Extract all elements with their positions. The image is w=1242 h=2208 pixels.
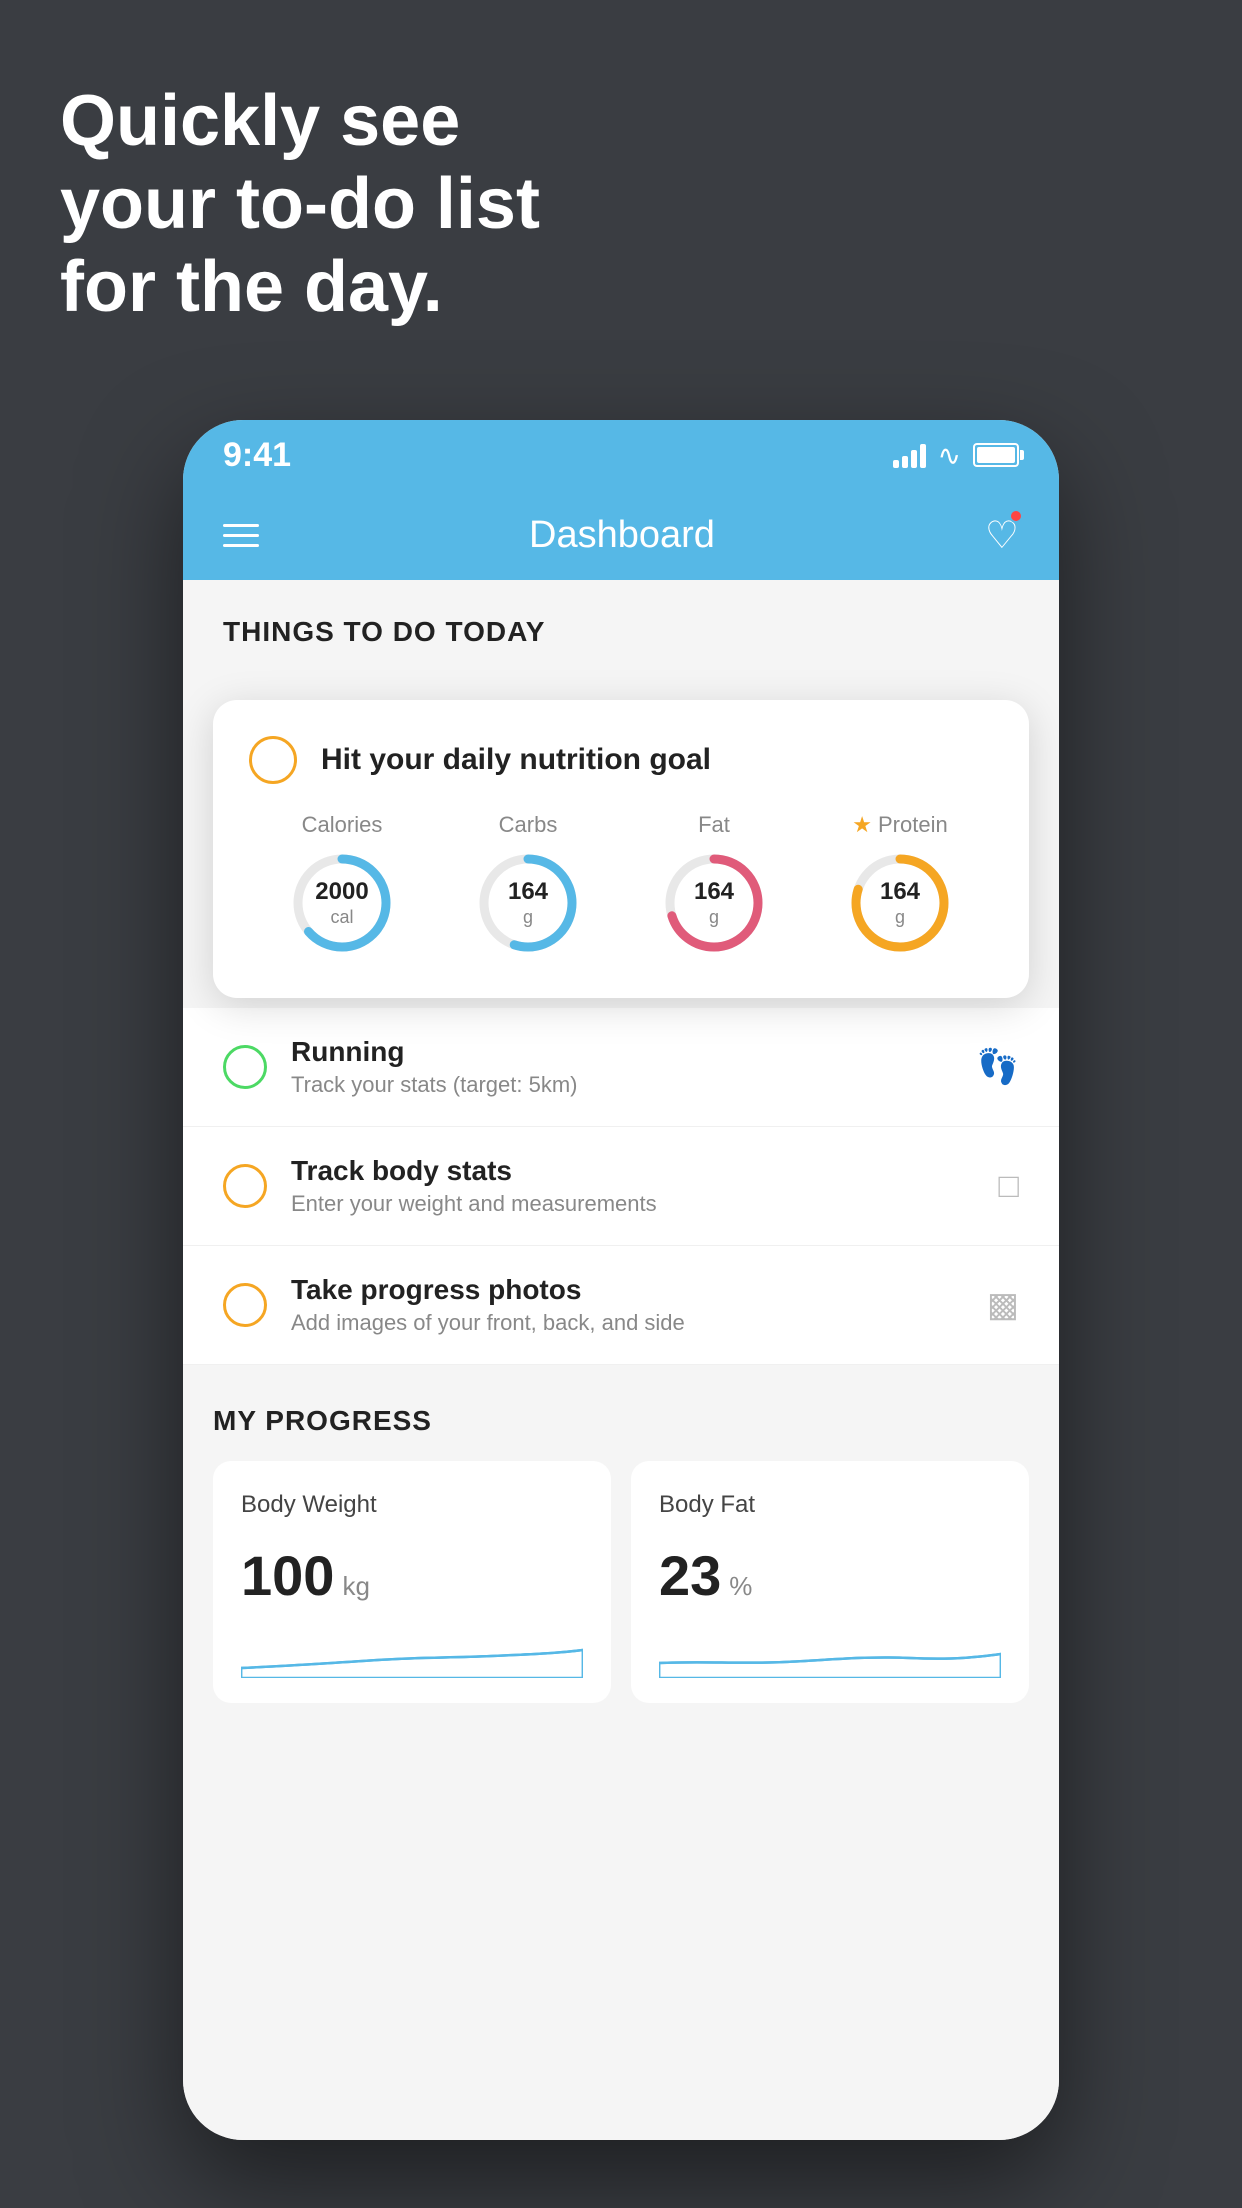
nutrition-carbs: Carbs 164 g: [473, 812, 583, 958]
star-icon: ★: [852, 812, 872, 838]
phone-body: THINGS TO DO TODAY Hit your daily nutrit…: [183, 580, 1059, 2140]
nutrition-card: Hit your daily nutrition goal Calories 2…: [213, 700, 1029, 998]
fat-value: 164: [694, 878, 734, 907]
protein-donut: 164 g: [845, 848, 955, 958]
body-stats-checkbox[interactable]: [223, 1164, 267, 1208]
carbs-donut: 164 g: [473, 848, 583, 958]
protein-label: ★ Protein: [852, 812, 947, 838]
bell-button[interactable]: ♡: [985, 513, 1019, 558]
body-fat-value: 23: [659, 1543, 721, 1608]
nutrition-card-title: Hit your daily nutrition goal: [321, 743, 711, 777]
carbs-value: 164: [508, 878, 548, 907]
body-weight-value-row: 100 kg: [241, 1543, 583, 1608]
notification-dot: [1009, 509, 1023, 523]
nutrition-calories: Calories 2000 cal: [287, 812, 397, 958]
todo-item-body-stats[interactable]: Track body stats Enter your weight and m…: [183, 1127, 1059, 1246]
section-header: THINGS TO DO TODAY: [183, 580, 1059, 668]
hero-text: Quickly see your to-do list for the day.: [60, 80, 540, 328]
body-fat-sparkline: [659, 1628, 1001, 1678]
running-subtitle: Track your stats (target: 5km): [291, 1072, 953, 1098]
hero-line2: your to-do list: [60, 163, 540, 246]
nav-bar: Dashboard ♡: [183, 490, 1059, 580]
body-fat-unit: %: [729, 1571, 752, 1602]
battery-icon: [973, 443, 1019, 467]
body-fat-title: Body Fat: [659, 1491, 1001, 1519]
nutrition-checkbox[interactable]: [249, 736, 297, 784]
calories-value: 2000: [315, 878, 368, 907]
nutrition-fat: Fat 164 g: [659, 812, 769, 958]
body-weight-card[interactable]: Body Weight 100 kg: [213, 1461, 611, 1703]
progress-title: MY PROGRESS: [213, 1405, 1029, 1437]
status-bar: 9:41 ∿: [183, 420, 1059, 490]
body-stats-text: Track body stats Enter your weight and m…: [291, 1155, 974, 1217]
calories-donut: 2000 cal: [287, 848, 397, 958]
nav-title: Dashboard: [529, 514, 715, 557]
body-fat-card[interactable]: Body Fat 23 %: [631, 1461, 1029, 1703]
todo-list: Running Track your stats (target: 5km) 👣…: [183, 1008, 1059, 1365]
running-checkbox[interactable]: [223, 1045, 267, 1089]
wifi-icon: ∿: [938, 439, 961, 472]
hamburger-menu[interactable]: [223, 524, 259, 547]
carbs-unit: g: [508, 907, 548, 929]
fat-donut: 164 g: [659, 848, 769, 958]
body-fat-value-row: 23 %: [659, 1543, 1001, 1608]
todo-item-photos[interactable]: Take progress photos Add images of your …: [183, 1246, 1059, 1365]
hero-line1: Quickly see: [60, 80, 540, 163]
photos-text: Take progress photos Add images of your …: [291, 1274, 963, 1336]
body-weight-value: 100: [241, 1543, 334, 1608]
fat-unit: g: [694, 907, 734, 929]
shoe-icon: 👣: [977, 1047, 1019, 1087]
running-title: Running: [291, 1036, 953, 1068]
body-weight-sparkline: [241, 1628, 583, 1678]
calories-unit: cal: [315, 907, 368, 929]
calories-label: Calories: [302, 812, 383, 838]
body-weight-unit: kg: [342, 1571, 369, 1602]
body-stats-title: Track body stats: [291, 1155, 974, 1187]
nutrition-card-header: Hit your daily nutrition goal: [249, 736, 993, 784]
status-time: 9:41: [223, 436, 291, 475]
scale-icon: □: [998, 1167, 1019, 1206]
section-title: THINGS TO DO TODAY: [223, 616, 545, 647]
protein-value: 164: [880, 878, 920, 907]
body-stats-subtitle: Enter your weight and measurements: [291, 1191, 974, 1217]
photos-subtitle: Add images of your front, back, and side: [291, 1310, 963, 1336]
carbs-label: Carbs: [499, 812, 558, 838]
progress-section: MY PROGRESS Body Weight 100 kg B: [183, 1365, 1059, 1733]
running-text: Running Track your stats (target: 5km): [291, 1036, 953, 1098]
person-icon: ▩: [987, 1285, 1019, 1325]
body-weight-title: Body Weight: [241, 1491, 583, 1519]
fat-label: Fat: [698, 812, 730, 838]
todo-item-running[interactable]: Running Track your stats (target: 5km) 👣: [183, 1008, 1059, 1127]
photos-checkbox[interactable]: [223, 1283, 267, 1327]
nutrition-circles: Calories 2000 cal Carbs: [249, 812, 993, 958]
protein-unit: g: [880, 907, 920, 929]
photos-title: Take progress photos: [291, 1274, 963, 1306]
signal-icon: [893, 442, 926, 468]
progress-cards: Body Weight 100 kg Body Fat 23 %: [213, 1461, 1029, 1703]
hero-line3: for the day.: [60, 246, 540, 329]
nutrition-protein: ★ Protein 164 g: [845, 812, 955, 958]
status-icons: ∿: [893, 439, 1019, 472]
phone-frame: 9:41 ∿ Dashboard ♡ THINGS TO DO TODAY: [183, 420, 1059, 2140]
